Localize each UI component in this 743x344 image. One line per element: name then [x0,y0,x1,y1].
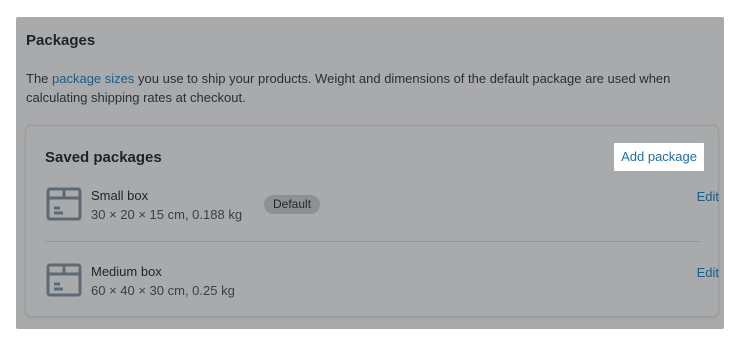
row-divider [45,241,701,242]
package-row: Medium box 60 × 40 × 30 cm, 0.25 kg Edit [45,259,719,303]
package-name: Small box [91,188,149,203]
package-dimensions: 30 × 20 × 15 cm, 0.188 kg [91,207,243,222]
package-name: Medium box [91,264,162,279]
section-description: The package sizes you use to ship your p… [26,71,671,105]
saved-packages-title: Saved packages [45,149,162,166]
package-dimensions: 60 × 40 × 30 cm, 0.25 kg [91,283,235,298]
box-icon [46,187,82,221]
box-icon [46,263,82,297]
default-badge: Default [264,195,321,214]
add-package-button[interactable]: Add package [614,143,704,171]
edit-small-box-link[interactable]: Edit [697,189,719,204]
package-sizes-link[interactable]: package sizes [52,71,134,86]
package-row: Small box 30 × 20 × 15 cm, 0.188 kg Defa… [45,183,719,227]
packages-card: Packages The package sizes you use to sh… [16,17,724,329]
saved-packages-card: Saved packages Add package Small box 30 … [25,125,719,317]
section-title: Packages [26,32,96,49]
edit-medium-box-link[interactable]: Edit [697,265,719,280]
